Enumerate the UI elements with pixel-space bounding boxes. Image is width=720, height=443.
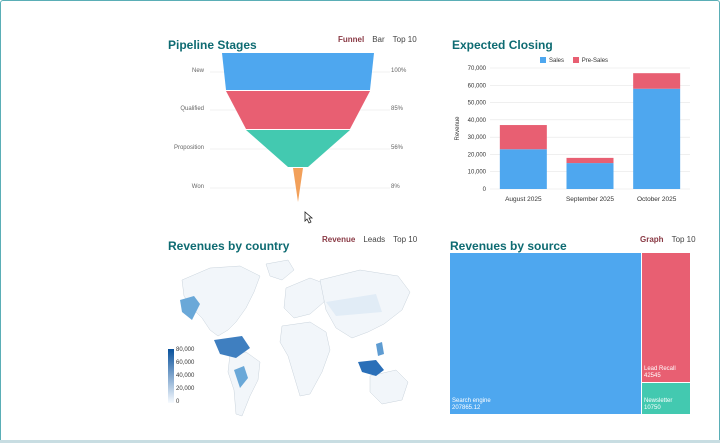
tab-top10[interactable]: Top 10	[393, 35, 417, 44]
source-tabs: Graph Top 10	[632, 235, 696, 244]
stage-pct-proposition: 56%	[391, 145, 404, 151]
closing-ytick: 10,000	[468, 170, 487, 176]
treemap-lead-recall-value: 42545	[644, 373, 661, 379]
world-map	[180, 259, 411, 417]
tab-bar[interactable]: Bar	[372, 35, 384, 44]
stage-label-won: Won	[191, 184, 204, 190]
pipeline-tabs: Funnel Bar Top 10	[330, 35, 417, 44]
scale-label-80000: 80,000	[176, 347, 195, 353]
closing-ytick: 30,000	[468, 135, 487, 141]
closing-ytick: 50,000	[468, 101, 487, 107]
country-tabs: Revenue Leads Top 10	[314, 235, 417, 244]
funnel-stage-qualified[interactable]	[226, 91, 370, 129]
stage-pct-won: 8%	[391, 184, 400, 190]
closing-ylabel: Revenue	[455, 116, 461, 141]
map-africa[interactable]	[279, 321, 331, 397]
scale-label-20000: 20,000	[176, 386, 195, 392]
revenues-by-country-title: Revenues by country	[168, 239, 290, 253]
closing-bar-sales[interactable]	[566, 163, 614, 189]
treemap-search-engine-value: 207865.12	[452, 405, 481, 411]
tab-country-top10[interactable]: Top 10	[393, 235, 417, 244]
closing-ytick: 70,000	[468, 66, 487, 72]
tab-revenue[interactable]: Revenue	[322, 235, 355, 244]
closing-ytick: 20,000	[468, 152, 487, 158]
tab-leads[interactable]: Leads	[363, 235, 385, 244]
map-greenland[interactable]	[265, 259, 295, 281]
closing-bar-presales[interactable]	[566, 157, 614, 164]
map-europe[interactable]	[283, 277, 327, 319]
stage-pct-qualified: 85%	[391, 106, 404, 112]
closing-bar-sales[interactable]	[499, 149, 547, 189]
tab-graph[interactable]: Graph	[640, 235, 664, 244]
funnel-stage-proposition[interactable]	[246, 130, 350, 167]
stage-label-new: New	[191, 68, 204, 74]
treemap: Search engine 207865.12 Lead Recall 42545 Ne…	[450, 253, 690, 414]
treemap-search-engine[interactable]: Search engine 207865.12	[450, 253, 641, 414]
closing-bar-sales[interactable]	[633, 88, 681, 189]
stage-pct-new: 100%	[391, 68, 407, 74]
map-philippines[interactable]	[376, 342, 384, 356]
map-south-america[interactable]	[227, 351, 261, 417]
funnel-stage-won[interactable]	[293, 168, 303, 202]
mouse-cursor-icon	[304, 211, 314, 224]
closing-bar-presales[interactable]	[499, 125, 547, 150]
closing-ytick: 60,000	[468, 83, 487, 89]
expected-closing-chart: 0 10,000 20,000 30,000 40,000 50,000 60,000 70,…	[455, 66, 690, 203]
treemap-newsletter-name: Newsletter	[644, 398, 673, 404]
treemap-search-engine-name: Search engine	[452, 398, 491, 404]
scale-label-0: 0	[176, 399, 180, 405]
scale-label-60000: 60,000	[176, 360, 195, 366]
funnel-chart	[210, 53, 390, 202]
revenues-by-source-title: Revenues by source	[450, 239, 567, 253]
closing-ytick: 0	[483, 187, 487, 193]
closing-bar-presales[interactable]	[633, 73, 681, 89]
treemap-lead-recall-label: Lead Recall 42545	[644, 366, 676, 380]
treemap-lead-recall-name: Lead Recall	[644, 366, 676, 372]
closing-xtick: August 2025	[505, 196, 542, 203]
treemap-search-engine-label: Search engine 207865.12	[452, 398, 491, 412]
funnel-stage-new[interactable]	[222, 53, 374, 90]
closing-xtick: October 2025	[637, 196, 677, 203]
color-scale-bar	[168, 349, 174, 403]
closing-xtick: September 2025	[566, 196, 614, 203]
tab-funnel[interactable]: Funnel	[338, 35, 364, 44]
treemap-newsletter[interactable]: Newsletter 10750	[642, 383, 690, 414]
stage-label-qualified: Qualified	[180, 106, 204, 112]
treemap-lead-recall[interactable]: Lead Recall 42545	[642, 253, 690, 382]
treemap-newsletter-value: 10750	[644, 405, 661, 411]
expected-closing-title: Expected Closing	[452, 38, 553, 52]
tab-source-top10[interactable]: Top 10	[672, 235, 696, 244]
closing-ytick: 40,000	[468, 118, 487, 124]
treemap-newsletter-label: Newsletter 10750	[644, 398, 672, 412]
scale-label-40000: 40,000	[176, 373, 195, 379]
stage-label-proposition: Proposition	[173, 145, 204, 151]
